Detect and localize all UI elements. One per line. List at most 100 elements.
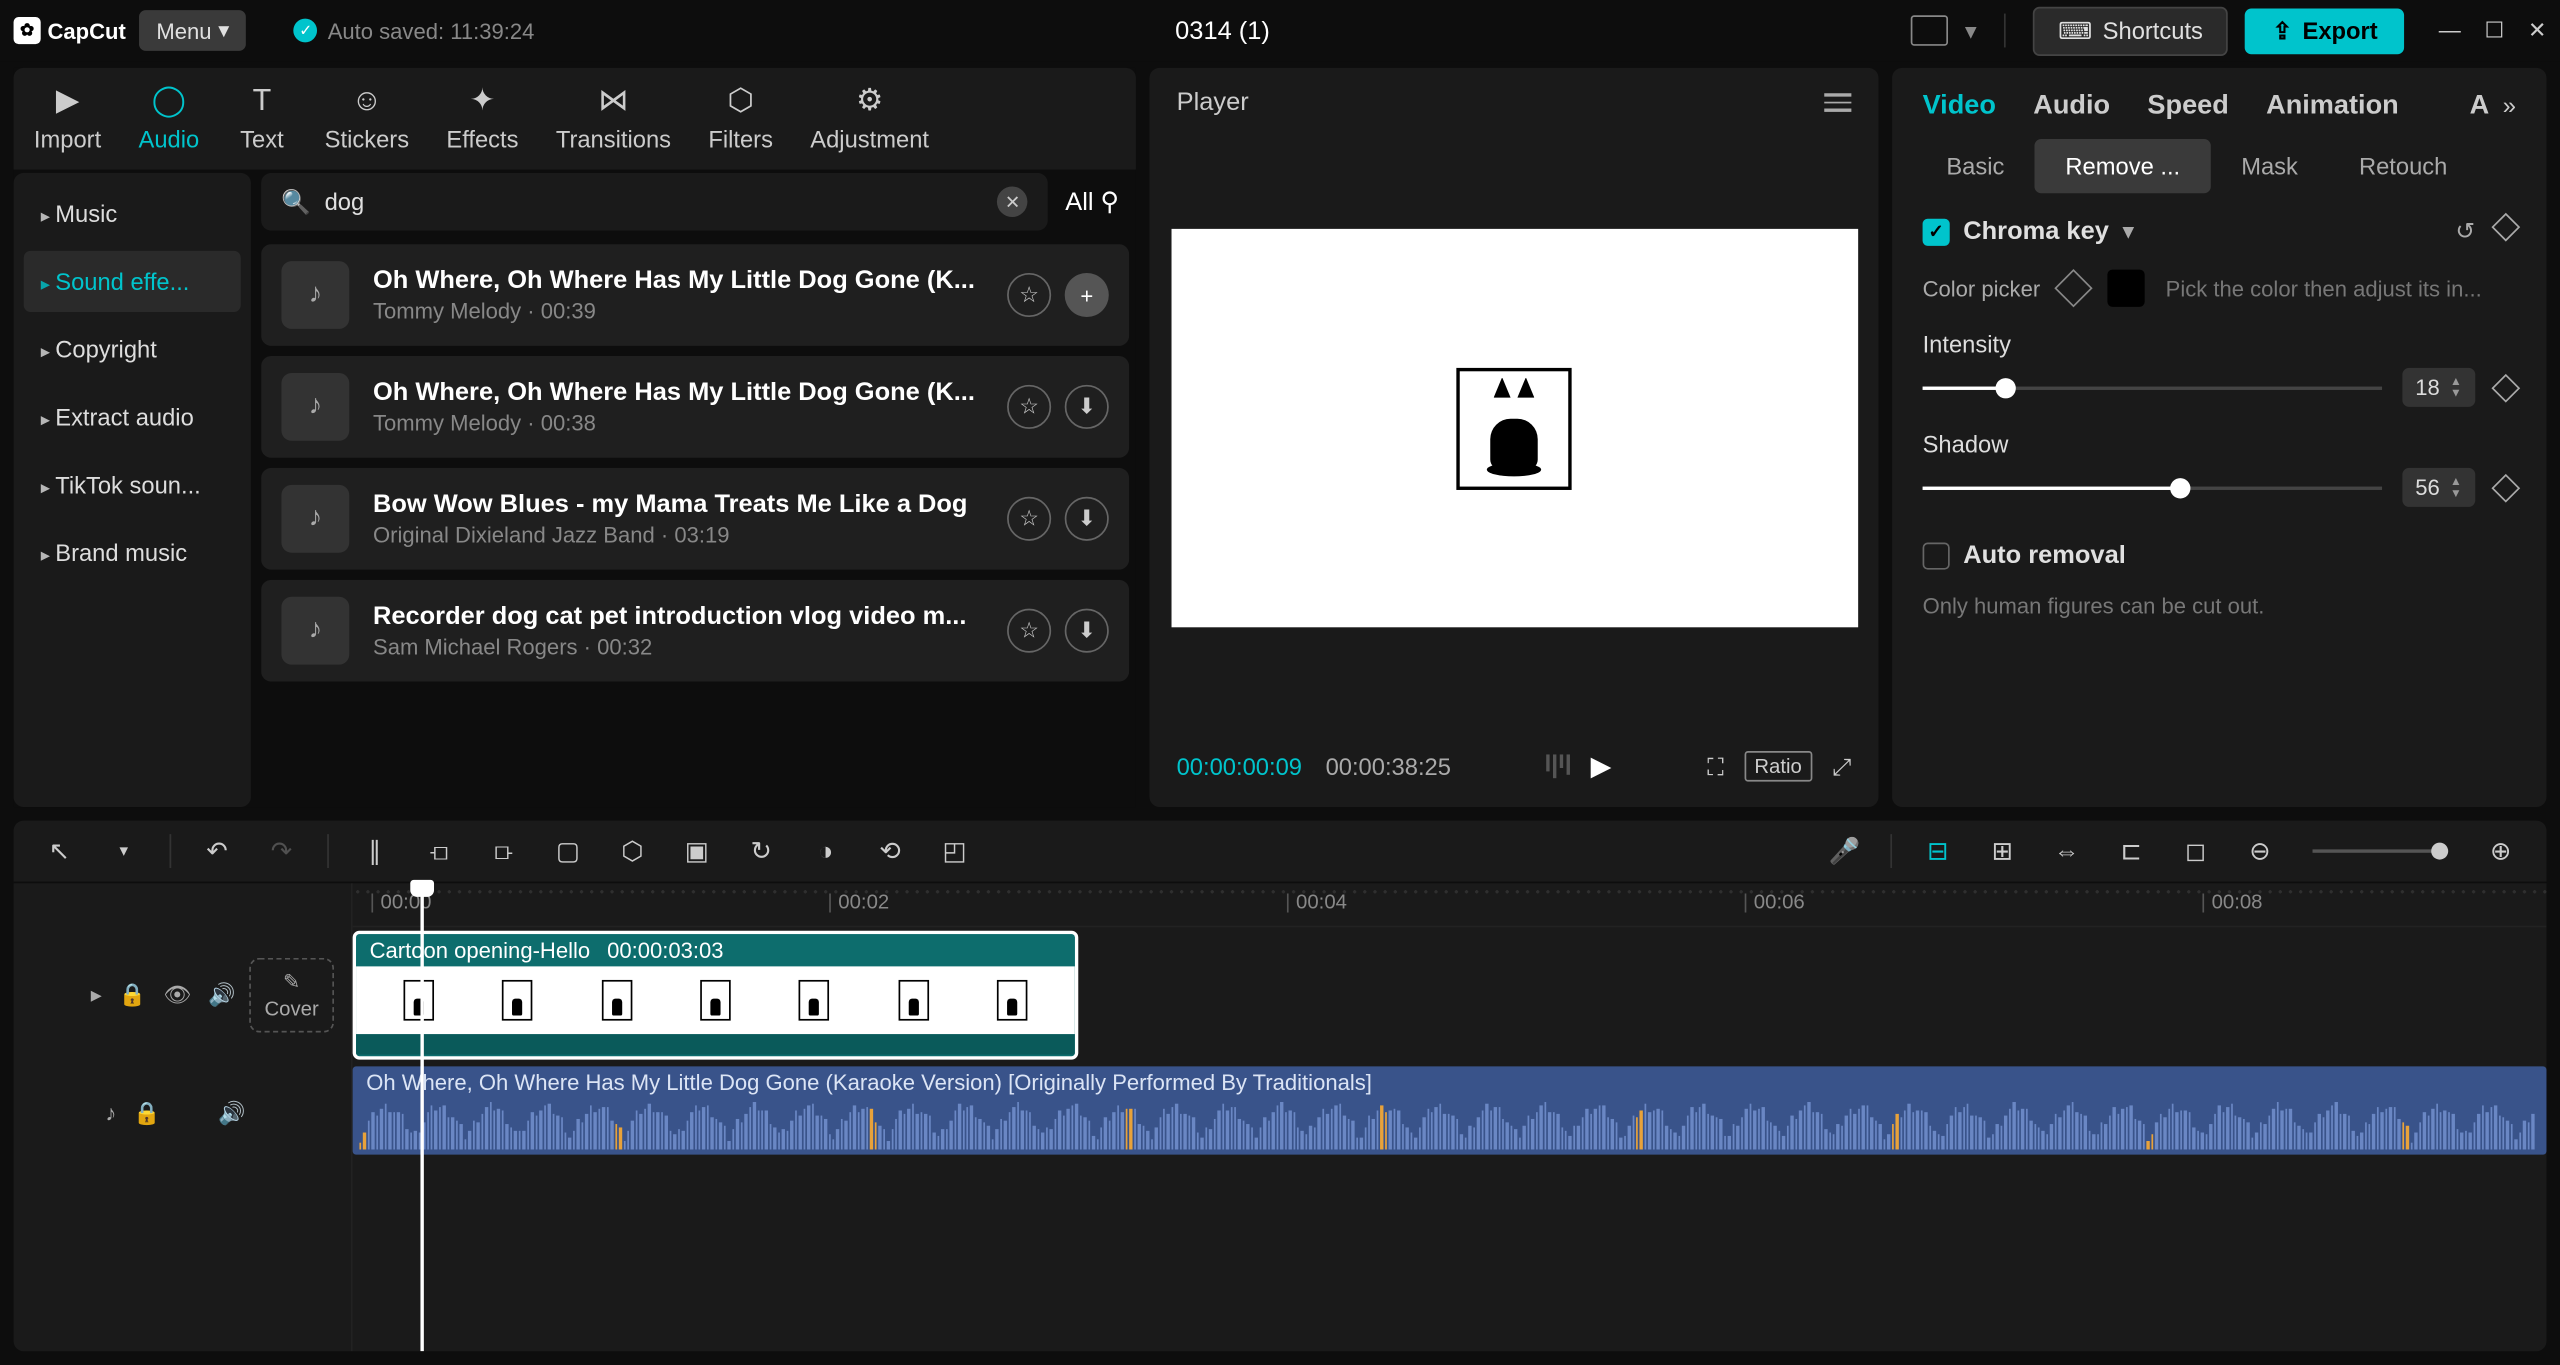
mute-icon[interactable]: 🔊 xyxy=(218,1100,245,1127)
split-icon[interactable]: ∥ xyxy=(349,831,400,872)
auto-removal-checkbox[interactable] xyxy=(1923,542,1950,569)
keyframe-icon[interactable] xyxy=(2491,473,2520,502)
sidebar-item-music[interactable]: Music xyxy=(24,183,241,244)
stepper-arrows-icon[interactable]: ▲▼ xyxy=(2450,476,2462,500)
ratio-button[interactable]: Ratio xyxy=(1744,751,1812,782)
audio-track[interactable]: Oh Where, Oh Where Has My Little Dog Gon… xyxy=(353,1063,2547,1165)
intensity-slider[interactable] xyxy=(1923,386,2382,389)
pointer-tool-icon[interactable]: ↖ xyxy=(34,831,85,872)
zoom-in-icon[interactable]: ⊕ xyxy=(2475,831,2526,872)
download-button[interactable]: ⬇ xyxy=(1065,609,1109,653)
subtab-basic[interactable]: Basic xyxy=(1916,139,2035,193)
rotate-icon[interactable]: ⟲ xyxy=(865,831,916,872)
lane-audio-icon[interactable]: ♪ xyxy=(105,1100,116,1127)
tab-import[interactable]: ▶Import xyxy=(31,81,105,152)
inspector-tab-speed[interactable]: Speed xyxy=(2147,92,2228,123)
tab-adjustment[interactable]: ⚙Adjustment xyxy=(807,81,933,152)
playhead[interactable] xyxy=(420,883,423,1351)
trim-right-icon[interactable]: ⟥ xyxy=(478,831,529,872)
reset-icon[interactable]: ↺ xyxy=(2455,217,2475,246)
link-icon[interactable]: ⊞ xyxy=(1977,831,2028,872)
tab-stickers[interactable]: ☺Stickers xyxy=(321,81,412,152)
tab-filters[interactable]: ⬡Filters xyxy=(705,81,776,152)
favorite-button[interactable]: ☆ xyxy=(1007,497,1051,541)
play-button[interactable]: ▶ xyxy=(1591,749,1612,783)
marker-icon[interactable]: ◻ xyxy=(2170,831,2221,872)
keyframe-icon[interactable] xyxy=(2491,373,2520,402)
track-item[interactable]: ♪ Bow Wow Blues - my Mama Treats Me Like… xyxy=(261,468,1129,570)
chevron-down-icon[interactable]: ▾ xyxy=(98,831,149,872)
magnet-icon[interactable]: ⊟ xyxy=(1912,831,1963,872)
shadow-value-input[interactable]: 56 ▲▼ xyxy=(2402,468,2476,507)
shield-icon[interactable]: ⬡ xyxy=(607,831,658,872)
sidebar-item-extract-audio[interactable]: Extract audio xyxy=(24,387,241,448)
fullscreen-icon[interactable]: ⤢ xyxy=(1832,752,1851,781)
shortcuts-button[interactable]: ⌨ Shortcuts xyxy=(2033,6,2229,55)
keyframe-icon[interactable] xyxy=(2491,213,2520,242)
tab-transitions[interactable]: ⋈Transitions xyxy=(552,81,674,152)
track-item[interactable]: ♪ Oh Where, Oh Where Has My Little Dog G… xyxy=(261,356,1129,458)
sidebar-item-sound-effects[interactable]: Sound effe... xyxy=(24,251,241,312)
cover-button[interactable]: ✎ Cover xyxy=(249,958,334,1033)
scale-fit-icon[interactable]: ⛶ xyxy=(1707,752,1724,781)
lock-icon[interactable]: 🔒 xyxy=(133,1100,160,1127)
inspector-tab-audio[interactable]: Audio xyxy=(2033,92,2110,123)
color-swatch[interactable] xyxy=(2108,270,2145,307)
video-track[interactable]: Cartoon opening-Hello 00:00:03:03 xyxy=(353,927,2547,1063)
mic-icon[interactable]: 🎤 xyxy=(1819,831,1870,872)
maximize-button[interactable]: ☐ xyxy=(2485,17,2505,44)
timeline-ruler[interactable]: 00:00 00:02 00:04 00:06 00:08 xyxy=(353,883,2547,927)
trim-left-icon[interactable]: ⟤ xyxy=(414,831,465,872)
undo-icon[interactable]: ↶ xyxy=(192,831,243,872)
filter-dropdown[interactable]: All ⚲ xyxy=(1065,186,1129,217)
search-input[interactable] xyxy=(325,188,984,215)
frame-icon[interactable]: ▣ xyxy=(671,831,722,872)
video-preview[interactable] xyxy=(1171,229,1858,627)
tab-effects[interactable]: ✦Effects xyxy=(443,81,522,152)
player-menu-icon[interactable] xyxy=(1824,94,1851,112)
redo-icon[interactable]: ↷ xyxy=(256,831,307,872)
search-box[interactable]: 🔍 ✕ xyxy=(261,173,1048,231)
track-item[interactable]: ♪ Oh Where, Oh Where Has My Little Dog G… xyxy=(261,244,1129,346)
tab-audio[interactable]: ◯Audio xyxy=(135,81,202,152)
zoom-slider[interactable] xyxy=(2313,849,2449,852)
close-button[interactable]: ✕ xyxy=(2528,17,2546,44)
subtab-mask[interactable]: Mask xyxy=(2211,139,2329,193)
sidebar-item-copyright[interactable]: Copyright xyxy=(24,319,241,380)
subtab-remove-bg[interactable]: Remove ... xyxy=(2035,139,2211,193)
tabs-overflow-icon[interactable]: » xyxy=(2503,92,2516,123)
tab-text[interactable]: TText xyxy=(233,81,291,152)
audio-clip[interactable]: Oh Where, Oh Where Has My Little Dog Gon… xyxy=(353,1066,2547,1154)
inspector-tab-animation[interactable]: Animation xyxy=(2266,92,2399,123)
favorite-button[interactable]: ☆ xyxy=(1007,273,1051,317)
minimize-button[interactable]: — xyxy=(2439,17,2461,44)
snap-icon[interactable]: ⇔ xyxy=(2041,831,2092,872)
mirror-icon[interactable]: ◑ xyxy=(800,831,851,872)
download-button[interactable]: ⬇ xyxy=(1065,497,1109,541)
track-item[interactable]: ♪ Recorder dog cat pet introduction vlog… xyxy=(261,580,1129,682)
sidebar-item-tiktok-sounds[interactable]: TikTok soun... xyxy=(24,454,241,515)
zoom-out-icon[interactable]: ⊖ xyxy=(2235,831,2286,872)
inspector-tab-video[interactable]: Video xyxy=(1923,92,1996,123)
favorite-button[interactable]: ☆ xyxy=(1007,609,1051,653)
sidebar-item-brand-music[interactable]: Brand music xyxy=(24,522,241,583)
chevron-down-icon[interactable]: ▾ xyxy=(1965,16,1977,45)
export-button[interactable]: ⇪ Export xyxy=(2245,8,2405,54)
preview-cut-icon[interactable]: ⊏ xyxy=(2106,831,2157,872)
stepper-arrows-icon[interactable]: ▲▼ xyxy=(2450,376,2462,400)
eyedropper-icon[interactable] xyxy=(2055,269,2093,307)
delete-icon[interactable]: ▢ xyxy=(543,831,594,872)
intensity-value-input[interactable]: 18 ▲▼ xyxy=(2402,368,2476,407)
eye-icon[interactable]: 👁 xyxy=(163,982,191,1009)
layout-icon[interactable] xyxy=(1911,15,1948,46)
add-button[interactable]: + xyxy=(1065,273,1109,317)
lock-icon[interactable]: 🔒 xyxy=(119,982,146,1009)
shadow-slider[interactable] xyxy=(1923,486,2382,489)
clear-search-button[interactable]: ✕ xyxy=(997,186,1028,217)
mute-icon[interactable]: 🔊 xyxy=(208,982,235,1009)
crop-icon[interactable]: ◰ xyxy=(929,831,980,872)
video-clip[interactable]: Cartoon opening-Hello 00:00:03:03 xyxy=(353,931,1079,1060)
download-button[interactable]: ⬇ xyxy=(1065,385,1109,429)
reverse-icon[interactable]: ↻ xyxy=(736,831,787,872)
chroma-key-checkbox[interactable]: ✓ xyxy=(1923,218,1950,245)
